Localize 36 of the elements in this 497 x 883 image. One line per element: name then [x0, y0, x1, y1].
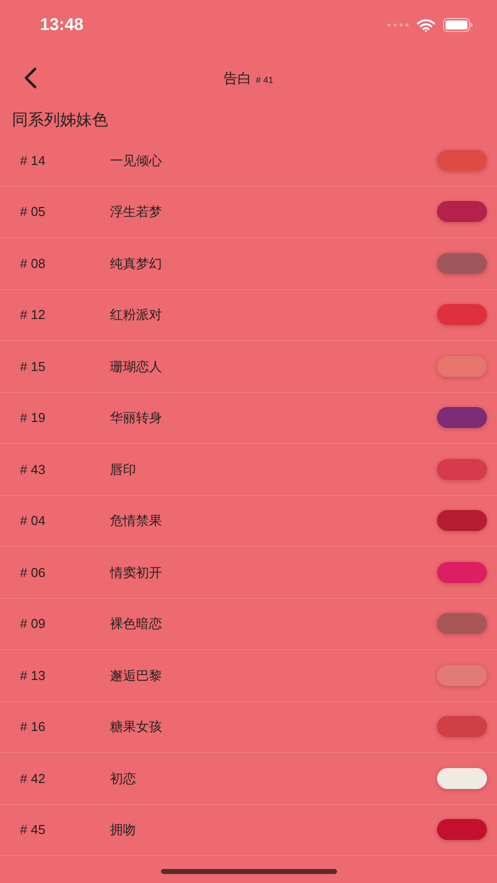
color-name: 珊瑚恋人	[110, 358, 163, 376]
color-number: # 42	[20, 770, 46, 788]
color-name: 唇印	[110, 460, 137, 478]
back-icon	[23, 67, 37, 89]
wifi-icon	[417, 18, 435, 32]
color-number: # 13	[20, 666, 46, 684]
color-name: 纯真梦幻	[110, 254, 163, 272]
color-name: 邂逅巴黎	[110, 666, 163, 684]
color-number: # 06	[20, 564, 46, 582]
color-number: # 45	[20, 821, 46, 839]
status-time: 13:48	[40, 14, 84, 36]
color-name: 裸色暗恋	[110, 615, 163, 633]
color-name: 初恋	[110, 770, 137, 788]
signal-icon	[387, 23, 409, 27]
color-number: # 41	[256, 74, 274, 86]
color-name: 拥吻	[110, 821, 137, 839]
battery-icon	[443, 18, 473, 32]
color-name: 一见倾心	[110, 152, 163, 170]
color-number: # 15	[20, 358, 46, 376]
color-number: # 14	[20, 152, 46, 170]
color-number: # 09	[20, 615, 46, 633]
color-name: 情窦初开	[110, 564, 163, 582]
color-number: # 19	[20, 409, 46, 427]
color-number: # 16	[20, 718, 46, 736]
section-title: 同系列姊妹色	[12, 110, 108, 130]
color-number: # 12	[20, 306, 46, 324]
color-name: 危情禁果	[110, 512, 163, 530]
page-title: 告白	[224, 68, 252, 88]
color-name: 浮生若梦	[110, 203, 163, 221]
color-number: # 04	[20, 512, 46, 530]
color-number: # 08	[20, 254, 46, 272]
color-number: # 43	[20, 460, 46, 478]
color-name: 华丽转身	[110, 409, 163, 427]
color-name: 红粉派对	[110, 306, 163, 324]
color-number: # 05	[20, 203, 46, 221]
color-name: 糖果女孩	[110, 718, 163, 736]
